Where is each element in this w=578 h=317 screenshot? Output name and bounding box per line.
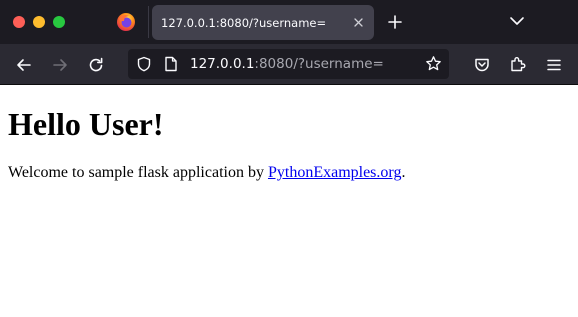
tab-strip: 127.0.0.1:8080/?username= <box>0 0 578 44</box>
arrow-left-icon[interactable] <box>15 56 33 74</box>
firefox-logo-icon[interactable] <box>116 12 136 32</box>
shield-icon[interactable] <box>136 56 152 72</box>
tab-separator <box>148 6 149 38</box>
welcome-suffix: . <box>401 164 406 181</box>
tab-title: 127.0.0.1:8080/?username= <box>161 15 327 30</box>
window-minimize-button[interactable] <box>33 16 45 28</box>
window-close-button[interactable] <box>13 16 25 28</box>
reload-icon[interactable] <box>87 56 105 74</box>
page-icon[interactable] <box>164 56 178 72</box>
navigation-toolbar: 127.0.0.1:8080/?username= <box>0 44 578 85</box>
page-content: Hello User! Welcome to sample flask appl… <box>0 85 578 317</box>
close-icon[interactable] <box>352 16 365 29</box>
browser-window: 127.0.0.1:8080/?username= 127.0.0.1:8080… <box>0 0 578 317</box>
url-bar[interactable]: 127.0.0.1:8080/?username= <box>128 49 449 79</box>
pocket-icon[interactable] <box>473 56 491 74</box>
url-path: :8080/?username= <box>254 56 384 72</box>
window-zoom-button[interactable] <box>53 16 65 28</box>
plus-icon[interactable] <box>386 13 404 31</box>
welcome-text: Welcome to sample flask application by <box>8 164 268 181</box>
chevron-down-icon[interactable] <box>509 15 525 27</box>
url-text[interactable]: 127.0.0.1:8080/?username= <box>190 56 384 72</box>
tab-active[interactable]: 127.0.0.1:8080/?username= <box>152 5 374 40</box>
arrow-right-icon[interactable] <box>51 56 69 74</box>
pythonexamples-link[interactable]: PythonExamples.org <box>268 164 401 181</box>
welcome-paragraph: Welcome to sample flask application by P… <box>8 164 570 182</box>
star-icon[interactable] <box>425 55 442 72</box>
puzzle-icon[interactable] <box>509 55 527 73</box>
url-host: 127.0.0.1 <box>190 56 255 72</box>
window-controls <box>13 16 65 28</box>
page-heading: Hello User! <box>8 106 164 142</box>
hamburger-menu-icon[interactable] <box>545 56 563 74</box>
